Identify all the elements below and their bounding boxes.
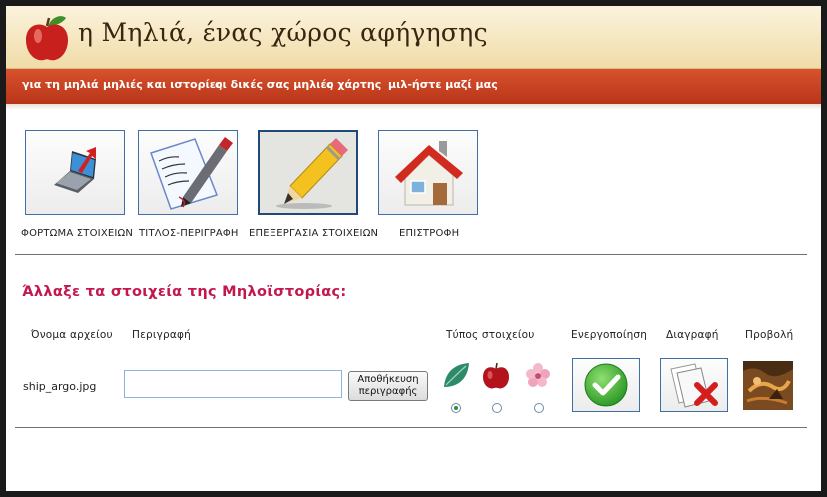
save-label-line2: περιγραφής	[358, 386, 418, 397]
upload-button[interactable]	[25, 130, 125, 215]
house-icon	[395, 141, 463, 206]
nav-item-map[interactable]: ο χάρτης	[326, 78, 381, 91]
save-label-line1: Αποθήκευση	[357, 374, 419, 385]
title-description-label: ΤΙΤΛΟΣ-ΠΕΡΙΓΡΑΦΗ	[139, 228, 239, 239]
title-description-button[interactable]	[138, 130, 238, 215]
check-icon	[584, 363, 628, 407]
back-button[interactable]	[378, 130, 478, 215]
nav-item-contact[interactable]: μιλ-ήστε μαζί μας	[388, 78, 498, 91]
header-view: Προβολή	[745, 329, 794, 341]
header-filename: Όνομα αρχείου	[31, 329, 113, 341]
divider-top	[15, 254, 807, 255]
pencil-icon	[276, 138, 348, 209]
page: η Μηλιά, ένας χώρος αφήγησης για τη μηλι…	[6, 6, 821, 491]
type-radio-apple[interactable]	[492, 403, 502, 413]
laptop-upload-icon	[54, 147, 96, 193]
view-thumbnail[interactable]	[743, 361, 793, 410]
header-description: Περιγραφή	[132, 329, 191, 341]
apple-type-icon	[483, 362, 509, 389]
edit-items-label: ΕΠΕΞΕΡΓΑΣΙΑ ΣΤΟΙΧΕΙΩΝ	[249, 228, 379, 239]
header-type: Τύπος στοιχείου	[446, 329, 535, 341]
main-nav: για τη μηλιά μηλιές και ιστορίες οι δικέ…	[6, 69, 821, 104]
site-header: η Μηλιά, ένας χώρος αφήγησης	[6, 6, 821, 69]
edit-items-button[interactable]	[258, 130, 358, 215]
type-radio-leaf[interactable]	[451, 403, 461, 413]
apple-logo-icon[interactable]	[24, 10, 70, 64]
delete-button[interactable]	[660, 358, 728, 412]
save-description-button[interactable]: Αποθήκευση περιγραφής	[348, 371, 428, 401]
site-title: η Μηλιά, ένας χώρος αφήγησης	[78, 18, 488, 47]
description-input[interactable]	[124, 370, 342, 398]
activate-button[interactable]	[572, 358, 640, 412]
nav-item-your-trees[interactable]: οι δικές σας μηλιές	[215, 78, 333, 91]
paper-pen-icon	[150, 137, 233, 210]
divider-bottom	[15, 427, 807, 428]
delete-document-icon	[670, 363, 718, 408]
back-label: ΕΠΙΣΤΡΟΦΗ	[399, 228, 460, 239]
leaf-type-icon	[444, 363, 469, 387]
header-delete: Διαγραφή	[666, 329, 719, 341]
upload-label: ΦΟΡΤΩΜΑ ΣΤΟΙΧΕΙΩΝ	[21, 228, 134, 239]
header-activate: Ενεργοποίηση	[571, 329, 648, 341]
type-radio-flower[interactable]	[534, 403, 544, 413]
nav-item-about[interactable]: για τη μηλιά	[22, 78, 99, 91]
nav-shadow	[6, 104, 821, 110]
nav-item-stories[interactable]: μηλιές και ιστορίες	[103, 78, 222, 91]
row-filename: ship_argo.jpg	[23, 380, 97, 393]
section-title: Άλλαξε τα στοιχεία της Μηλοϊστορίας:	[22, 284, 347, 300]
flower-type-icon	[526, 363, 550, 387]
